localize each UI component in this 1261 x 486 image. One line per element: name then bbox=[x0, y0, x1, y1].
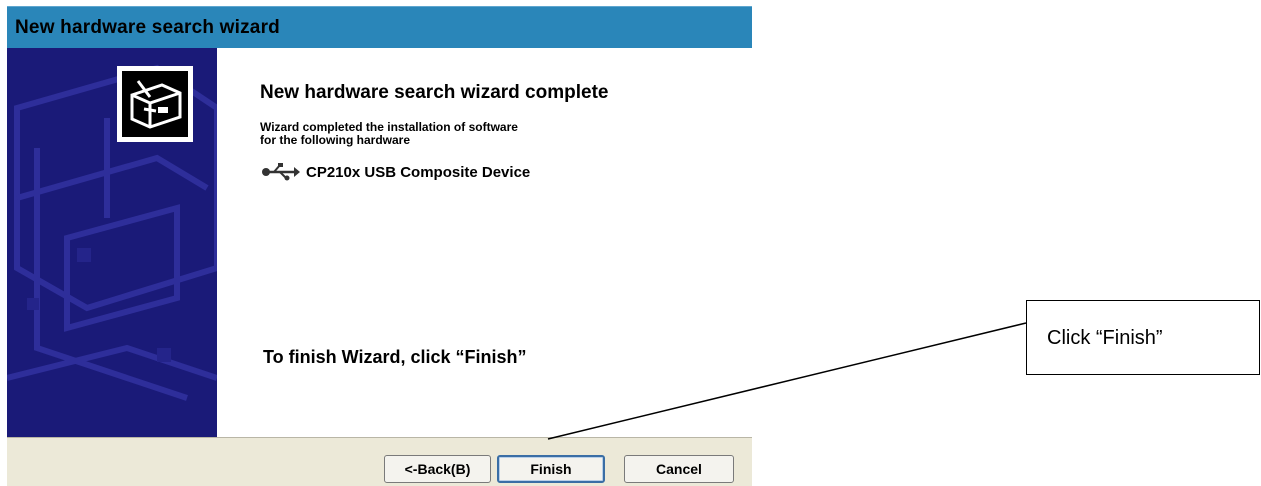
wizard-content: New hardware search wizard complete Wiza… bbox=[217, 48, 752, 437]
finish-instruction: To finish Wizard, click “Finish” bbox=[263, 347, 527, 367]
callout-text: Click “Finish” bbox=[1047, 327, 1163, 349]
title-bar: New hardware search wizard bbox=[7, 6, 752, 48]
cancel-button[interactable]: Cancel bbox=[624, 455, 734, 483]
completion-description: Wizard completed the installation of sof… bbox=[260, 121, 620, 147]
wizard-footer: <-Back(B) Finish Cancel bbox=[7, 437, 752, 486]
window-title: New hardware search wizard bbox=[15, 17, 280, 38]
wizard-window: New hardware search wizard New hardware … bbox=[7, 6, 752, 486]
finish-button[interactable]: Finish bbox=[497, 455, 605, 483]
callout-box: Click “Finish” bbox=[1026, 300, 1260, 375]
usb-icon bbox=[262, 163, 300, 181]
page-heading: New hardware search wizard complete bbox=[260, 82, 609, 103]
wizard-sidebar bbox=[7, 48, 217, 437]
back-button[interactable]: <-Back(B) bbox=[384, 455, 491, 483]
hardware-box-icon bbox=[117, 66, 193, 142]
device-row: CP210x USB Composite Device bbox=[260, 162, 530, 182]
device-name: CP210x USB Composite Device bbox=[306, 163, 531, 181]
description-line-2: for the following hardware bbox=[260, 133, 411, 147]
